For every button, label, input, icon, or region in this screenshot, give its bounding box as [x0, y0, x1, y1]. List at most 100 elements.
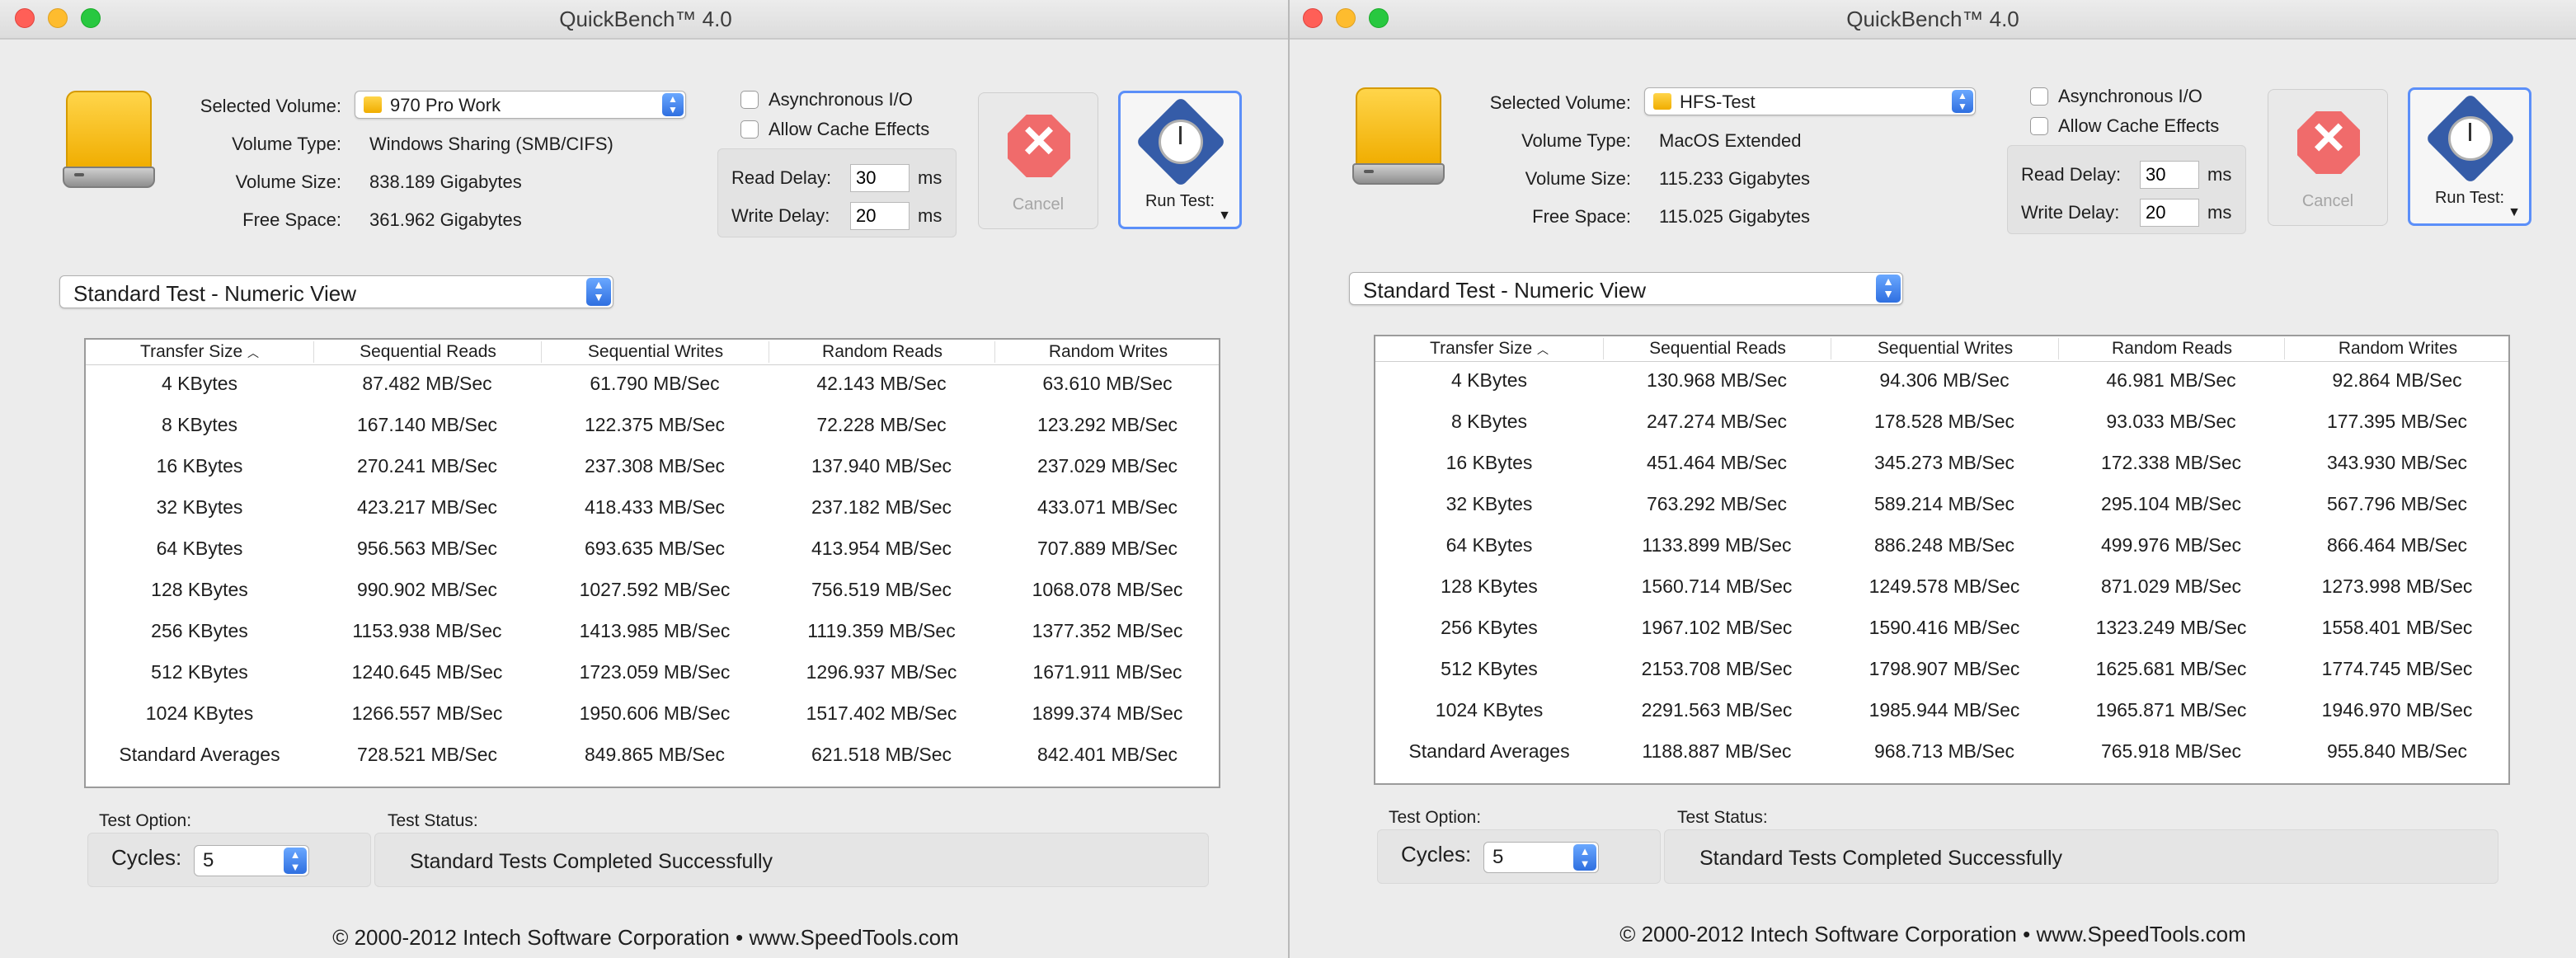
table-row[interactable]: 4 KBytes 130.968 MB/Sec 94.306 MB/Sec 46.98… — [1375, 361, 2508, 402]
chevron-updown-icon: ▲ ▼ — [662, 93, 684, 116]
column-header-seq-reads[interactable]: Sequential Reads — [1603, 338, 1831, 359]
column-header-transfer-size[interactable]: Transfer Size ︿ — [86, 341, 313, 363]
column-header-rand-reads[interactable]: Random Reads — [769, 341, 995, 363]
write-delay-input[interactable] — [850, 202, 910, 230]
speed-cell: 172.338 MB/Sec — [2100, 452, 2242, 473]
speed-cell: 247.274 MB/Sec — [1646, 411, 1788, 432]
table-row[interactable]: 512 KBytes 1240.645 MB/Sec 1723.059 MB/Sec… — [86, 653, 1219, 694]
view-mode-value: Standard Test - Numeric View — [73, 281, 356, 306]
column-header-seq-writes[interactable]: Sequential Writes — [1831, 338, 2059, 359]
speed-cell: 167.140 MB/Sec — [356, 414, 498, 435]
table-row[interactable]: Standard Averages 728.521 MB/Sec 849.865 M… — [86, 735, 1219, 777]
read-delay-input[interactable] — [2140, 161, 2199, 189]
speed-cell: 693.635 MB/Sec — [584, 538, 726, 559]
table-row[interactable]: 128 KBytes 1560.714 MB/Sec 1249.578 MB/Sec… — [1375, 567, 2508, 608]
speed-cell: 137.940 MB/Sec — [811, 455, 952, 477]
run-test-button[interactable]: Run Test: ▼ — [1118, 91, 1242, 229]
cancel-button-label: Cancel — [2301, 192, 2354, 210]
transfer-size-cell: Standard Averages — [1408, 740, 1570, 762]
test-status-text: Standard Tests Completed Successfully — [1699, 847, 2063, 870]
volume-type-value: Windows Sharing (SMB/CIFS) — [369, 134, 613, 154]
column-header-rand-writes[interactable]: Random Writes — [2284, 338, 2511, 359]
speed-cell: 1558.401 MB/Sec — [2321, 617, 2473, 638]
read-delay-input[interactable] — [850, 164, 910, 192]
cancel-button[interactable]: × Cancel — [2268, 89, 2388, 226]
transfer-size-cell: 32 KBytes — [156, 496, 243, 518]
volume-size-value: 115.233 Gigabytes — [1659, 168, 1811, 189]
async-io-checkbox[interactable] — [740, 91, 759, 109]
selected-volume-value: 970 Pro Work — [390, 95, 501, 115]
view-mode-popup[interactable]: Standard Test - Numeric View ▲ ▼ — [1349, 272, 1903, 305]
table-row[interactable]: 16 KBytes 451.464 MB/Sec 345.273 MB/Sec 172… — [1375, 444, 2508, 485]
table-row[interactable]: 128 KBytes 990.902 MB/Sec 1027.592 MB/Sec 7… — [86, 571, 1219, 612]
cycles-select[interactable]: 5 ▲ ▼ — [194, 845, 309, 876]
table-row[interactable]: 32 KBytes 423.217 MB/Sec 418.433 MB/Sec 237… — [86, 488, 1219, 529]
async-io-checkbox[interactable] — [2030, 87, 2048, 106]
speed-cell: 1967.102 MB/Sec — [1641, 617, 1793, 638]
volume-size-value: 838.189 Gigabytes — [369, 171, 522, 192]
table-row[interactable]: 8 KBytes 167.140 MB/Sec 122.375 MB/Sec 72.2… — [86, 406, 1219, 447]
table-row[interactable]: 8 KBytes 247.274 MB/Sec 178.528 MB/Sec 93.0… — [1375, 402, 2508, 444]
speed-cell: 1273.998 MB/Sec — [2321, 575, 2473, 597]
speed-cell: 46.981 MB/Sec — [2106, 369, 2236, 391]
write-delay-input[interactable] — [2140, 199, 2199, 227]
speed-cell: 765.918 MB/Sec — [2100, 740, 2242, 762]
cache-effects-checkbox[interactable] — [740, 120, 759, 139]
speed-cell: 270.241 MB/Sec — [356, 455, 498, 477]
column-header-transfer-size[interactable]: Transfer Size ︿ — [1375, 338, 1603, 359]
speed-cell: 1377.352 MB/Sec — [1032, 620, 1183, 641]
speed-cell: 763.292 MB/Sec — [1646, 493, 1788, 514]
volume-icon — [1653, 93, 1671, 110]
free-space-label: Free Space: — [242, 209, 341, 230]
speed-cell: 956.563 MB/Sec — [356, 538, 498, 559]
volume-size-label: Volume Size: — [235, 171, 341, 192]
column-header-seq-writes[interactable]: Sequential Writes — [541, 341, 769, 363]
speed-cell: 728.521 MB/Sec — [356, 744, 498, 765]
speed-cell: 1965.871 MB/Sec — [2095, 699, 2247, 721]
cache-effects-checkbox[interactable] — [2030, 117, 2048, 135]
speed-cell: 1625.681 MB/Sec — [2095, 658, 2247, 679]
speed-cell: 1985.944 MB/Sec — [1869, 699, 2020, 721]
speed-cell: 842.401 MB/Sec — [1037, 744, 1178, 765]
table-row[interactable]: 512 KBytes 2153.708 MB/Sec 1798.907 MB/Sec… — [1375, 650, 2508, 691]
column-header-rand-writes[interactable]: Random Writes — [994, 341, 1221, 363]
cancel-button[interactable]: × Cancel — [978, 92, 1098, 229]
speed-cell: 123.292 MB/Sec — [1037, 414, 1178, 435]
table-row[interactable]: 1024 KBytes 2291.563 MB/Sec 1985.944 MB/Se… — [1375, 691, 2508, 732]
column-header-rand-reads[interactable]: Random Reads — [2058, 338, 2285, 359]
dropdown-arrow-icon[interactable]: ▼ — [2508, 205, 2521, 220]
title-bar[interactable]: QuickBench™ 4.0 — [0, 0, 1291, 40]
cycles-label: Cycles: — [1401, 842, 1472, 866]
read-delay-unit: ms — [918, 167, 942, 188]
transfer-size-cell: 512 KBytes — [151, 661, 248, 683]
delay-settings-box: Read Delay: ms Write Delay: ms — [2007, 145, 2246, 234]
table-row[interactable]: 1024 KBytes 1266.557 MB/Sec 1950.606 MB/Se… — [86, 694, 1219, 735]
table-row[interactable]: 32 KBytes 763.292 MB/Sec 589.214 MB/Sec 295… — [1375, 485, 2508, 526]
results-table: Transfer Size ︿ Sequential Reads Sequent… — [1374, 335, 2510, 785]
table-row[interactable]: 64 KBytes 956.563 MB/Sec 693.635 MB/Sec 413… — [86, 529, 1219, 571]
transfer-size-cell: 256 KBytes — [1441, 617, 1538, 638]
title-bar[interactable]: QuickBench™ 4.0 — [1290, 0, 2576, 40]
table-row[interactable]: Standard Averages 1188.887 MB/Sec 968.713 … — [1375, 732, 2508, 773]
run-test-button[interactable]: Run Test: ▼ — [2408, 87, 2531, 226]
speed-cell: 130.968 MB/Sec — [1646, 369, 1788, 391]
selected-volume-label: Selected Volume: — [1489, 92, 1631, 113]
transfer-size-cell: 64 KBytes — [156, 538, 243, 559]
volume-type-value: MacOS Extended — [1659, 130, 1802, 151]
speed-cell: 1774.745 MB/Sec — [2321, 658, 2473, 679]
table-row[interactable]: 4 KBytes 87.482 MB/Sec 61.790 MB/Sec 42.143… — [86, 364, 1219, 406]
column-header-seq-reads[interactable]: Sequential Reads — [313, 341, 542, 363]
table-row[interactable]: 256 KBytes 1967.102 MB/Sec 1590.416 MB/Sec… — [1375, 608, 2508, 650]
dropdown-arrow-icon[interactable]: ▼ — [1218, 209, 1231, 223]
table-row[interactable]: 64 KBytes 1133.899 MB/Sec 886.248 MB/Sec 49… — [1375, 526, 2508, 567]
speed-cell: 177.395 MB/Sec — [2326, 411, 2468, 432]
chevron-updown-icon: ▲ ▼ — [1573, 844, 1596, 871]
view-mode-popup[interactable]: Standard Test - Numeric View ▲ ▼ — [59, 275, 613, 308]
volume-select-popup[interactable]: HFS-Test ▲ ▼ — [1644, 87, 1976, 115]
table-row[interactable]: 256 KBytes 1153.938 MB/Sec 1413.985 MB/Sec… — [86, 612, 1219, 653]
volume-select-popup[interactable]: 970 Pro Work ▲ ▼ — [355, 91, 686, 119]
table-row[interactable]: 16 KBytes 270.241 MB/Sec 237.308 MB/Sec 137… — [86, 447, 1219, 488]
transfer-size-cell: 1024 KBytes — [145, 702, 254, 724]
write-delay-unit: ms — [2207, 202, 2232, 223]
cycles-select[interactable]: 5 ▲ ▼ — [1483, 842, 1599, 873]
